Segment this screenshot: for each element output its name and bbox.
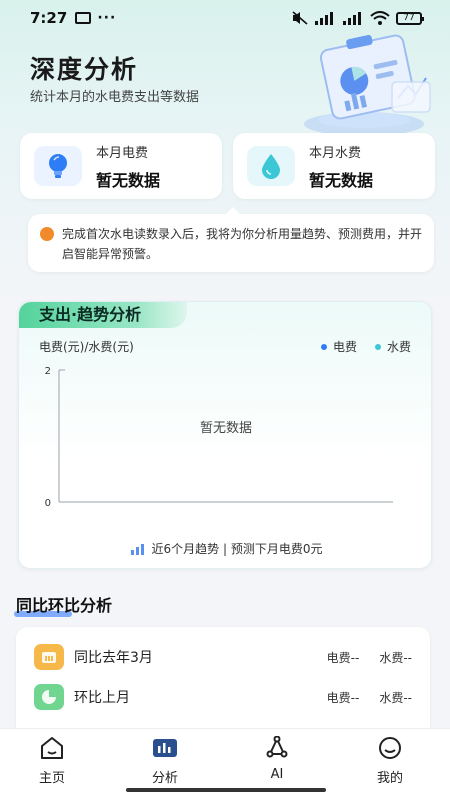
tab-analysis-icon-wrap [135,735,195,761]
lightbulb-icon [49,154,67,178]
chart-empty-text: 暂无数据 [200,421,252,436]
compare-row-mom-water: 水费-- [379,690,412,705]
legend-label-electricity: 电费 [332,340,357,354]
page-title: 深度分析 [30,55,139,84]
tab-ai[interactable]: AI [247,735,307,782]
water-stat-value: 暂无数据 [309,170,374,190]
more-dots: ··· [97,10,117,26]
tab-profile-label: 我的 [376,771,403,786]
home-indicator [126,788,326,792]
mute-icon [292,11,308,25]
legend-dot-electricity [320,343,327,350]
profile-icon [379,737,401,759]
ai-icon [266,736,288,758]
wifi-icon [370,11,390,25]
compare-row-mom-label: 环比上月 [74,690,130,706]
tab-home[interactable]: 主页 [22,735,82,786]
water-icon-wrap [247,146,295,186]
tab-profile[interactable]: 我的 [360,735,420,786]
signal-icon-2 [343,12,361,25]
compare-row-yoy-water: 水费-- [379,650,412,665]
legend-label-water: 水费 [386,340,411,354]
bar-chart-icon [153,739,177,757]
electricity-stat-text: 本月电费 暂无数据 [96,142,160,191]
home-icon [41,737,63,759]
calendar-icon [34,644,64,670]
tab-analysis-label: 分析 [151,771,178,786]
electricity-stat-card[interactable]: 本月电费 暂无数据 [20,133,222,199]
pie-chart-icon [34,684,64,710]
electricity-stat-value: 暂无数据 [96,170,161,190]
tab-ai-icon-wrap [247,735,307,761]
water-stat-card[interactable]: 本月水费 暂无数据 [233,133,435,199]
status-right: 77 [292,11,424,25]
compare-row-yoy-values: 电费-- 水费-- [327,649,412,666]
legend-dot-water [374,343,381,350]
tip-text: 完成首次水电读数录入后，我将为你分析用量趋势、预测费用，并开启智能异常预警。 [62,227,423,261]
signal-icon [315,12,333,25]
trend-chart: 2 0 暂无数据 [45,366,393,509]
tab-analysis[interactable]: 分析 [135,735,195,786]
water-drop-icon [262,154,280,179]
compare-row-yoy-label: 同比去年3月 [74,650,153,666]
legend-item-water: 水费 [374,338,411,355]
trend-chart-card: 支出·趋势分析 电费(元)/水费(元) 电费 水费 2 0 暂无数据 近6个月趋… [18,301,432,569]
tab-profile-icon-wrap [360,735,420,761]
status-time: 7:27 [30,9,68,27]
chart-y-axis-title: 电费(元)/水费(元) [39,340,134,354]
compare-row-mom[interactable]: 环比上月 电费-- 水费-- [16,677,430,717]
clipboard-chart-illustration-icon [304,34,431,136]
water-stat-label: 本月水费 [309,145,362,161]
page-subtitle: 统计本月的水电费支出等数据 [30,90,200,105]
legend-item-electricity: 电费 [320,338,357,355]
battery-icon: 77 [396,11,424,25]
electricity-stat-label: 本月电费 [96,145,149,161]
tab-ai-label: AI [270,767,284,782]
compare-row-mom-values: 电费-- 水费-- [327,689,412,706]
compare-section-title: 同比环比分析 [16,596,113,615]
tab-home-icon-wrap [22,735,82,761]
bar-trend-icon [130,543,144,555]
tip-card: 完成首次水电读数录入后，我将为你分析用量趋势、预测费用，并开启智能异常预警。 [28,207,434,272]
electricity-icon-wrap [34,146,82,186]
assistant-icon [40,227,54,241]
pie-glyph-icon [42,690,56,704]
chart-legend: 电费 水费 [320,338,411,355]
water-stat-text: 本月水费 暂无数据 [309,142,373,191]
compare-row-mom-elec: 电费-- [326,690,360,705]
chart-footer-text: 近6个月趋势 | 预测下月电费0元 [151,542,323,556]
chart-section-title: 支出·趋势分析 [19,302,187,328]
y-tick-bottom: 0 [45,498,51,509]
compare-row-yoy-elec: 电费-- [326,650,360,665]
compare-card: 同比去年3月 电费-- 水费-- 环比上月 电费-- 水费-- [16,627,430,737]
y-tick-top: 2 [45,366,51,377]
message-icon [75,12,92,24]
compare-row-yoy[interactable]: 同比去年3月 电费-- 水费-- [16,637,430,677]
calendar-glyph-icon [42,652,56,663]
chart-footer: 近6个月趋势 | 预测下月电费0元 [19,540,431,557]
tab-home-label: 主页 [38,771,65,786]
